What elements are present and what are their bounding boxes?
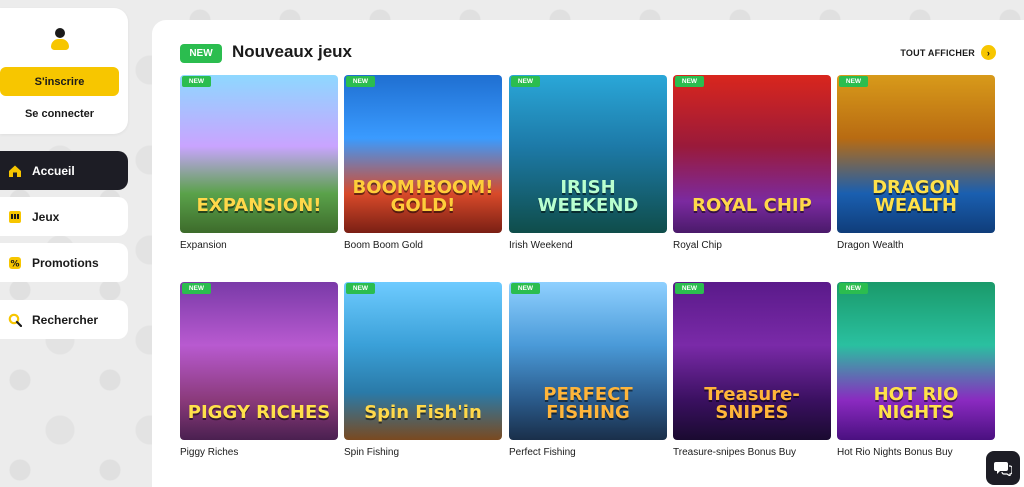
new-tag: NEW (182, 76, 211, 87)
game-tile[interactable]: NEW Spin Fish'in (344, 282, 502, 440)
game-tile[interactable]: NEW PIGGY RICHES (180, 282, 338, 440)
nav-label: Accueil (32, 163, 75, 178)
auth-card: S'inscrire Se connecter (0, 8, 128, 134)
game-tile[interactable]: NEW ROYAL CHIP (673, 75, 831, 233)
game-tile[interactable]: NEW DRAGON WEALTH (837, 75, 995, 233)
nav-item-games[interactable]: Jeux (0, 197, 128, 236)
game-title[interactable]: Perfect Fishing (509, 447, 667, 458)
chat-button[interactable] (986, 451, 1020, 485)
new-tag: NEW (839, 283, 868, 294)
game-tile[interactable]: NEW PERFECT FISHING (509, 282, 667, 440)
login-link[interactable]: Se connecter (0, 108, 119, 120)
game-logo: HOT RIO NIGHTS (873, 384, 959, 423)
signup-button[interactable]: S'inscrire (0, 67, 119, 96)
nav-label: Rechercher (32, 312, 99, 327)
new-tag: NEW (511, 283, 540, 294)
game-title[interactable]: Boom Boom Gold (344, 240, 502, 251)
game-logo: ROYAL CHIP (692, 195, 812, 216)
nav-label: Promotions (32, 255, 99, 270)
see-all-label: TOUT AFFICHER (900, 47, 975, 58)
nav-item-home[interactable]: Accueil (0, 151, 128, 190)
new-tag: NEW (675, 76, 704, 87)
search-icon (8, 313, 22, 327)
game-title[interactable]: Expansion (180, 240, 338, 251)
game-tile[interactable]: NEW Treasure-SNIPES (673, 282, 831, 440)
game-title[interactable]: Dragon Wealth (837, 240, 995, 251)
game-title[interactable]: Piggy Riches (180, 447, 338, 458)
home-icon (8, 164, 22, 178)
new-tag: NEW (346, 76, 375, 87)
game-logo: EXPANSION! (196, 195, 322, 216)
nav-item-promotions[interactable]: % Promotions (0, 243, 128, 282)
new-tag: NEW (511, 76, 540, 87)
game-logo: DRAGON WEALTH (872, 177, 960, 216)
chat-icon (994, 462, 1012, 476)
game-tile[interactable]: NEW BOOM!BOOM! GOLD! (344, 75, 502, 233)
new-games-section: NEW Nouveaux jeux TOUT AFFICHER › NEW EXP… (152, 20, 1024, 487)
section-title: Nouveaux jeux (232, 42, 352, 61)
svg-text:%: % (10, 259, 19, 269)
new-tag: NEW (182, 283, 211, 294)
nav-label: Jeux (32, 209, 60, 224)
game-title[interactable]: Royal Chip (673, 240, 831, 251)
game-tile[interactable]: NEW IRISH WEEKEND (509, 75, 667, 233)
game-logo: BOOM!BOOM! GOLD! (352, 177, 494, 216)
new-tag: NEW (675, 283, 704, 294)
game-logo: PERFECT FISHING (543, 384, 633, 423)
chevron-right-icon: › (981, 45, 996, 60)
game-tile[interactable]: NEW EXPANSION! (180, 75, 338, 233)
game-logo: IRISH WEEKEND (537, 177, 639, 216)
section-new-badge: NEW (180, 44, 222, 63)
game-title[interactable]: Treasure-snipes Bonus Buy (673, 447, 831, 458)
game-title[interactable]: Hot Rio Nights Bonus Buy (837, 447, 995, 458)
game-logo: PIGGY RICHES (187, 402, 331, 423)
game-title[interactable]: Irish Weekend (509, 240, 667, 251)
see-all-link[interactable]: TOUT AFFICHER › (900, 45, 996, 60)
percent-icon: % (8, 256, 22, 270)
game-title[interactable]: Spin Fishing (344, 447, 502, 458)
slot-machine-icon (8, 210, 22, 224)
game-logo: Treasure-SNIPES (704, 384, 800, 423)
game-logo: Spin Fish'in (364, 402, 482, 423)
user-avatar-icon (51, 28, 69, 50)
game-tile[interactable]: NEW HOT RIO NIGHTS (837, 282, 995, 440)
new-tag: NEW (346, 283, 375, 294)
nav-item-search[interactable]: Rechercher (0, 300, 128, 339)
new-tag: NEW (839, 76, 868, 87)
